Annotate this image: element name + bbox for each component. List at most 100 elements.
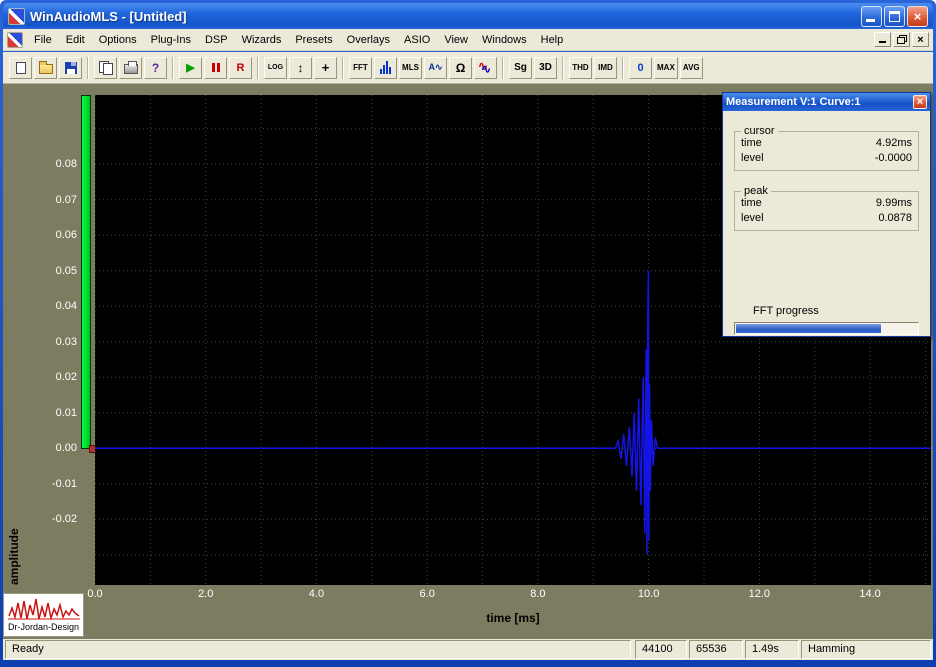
menu-item-overlays[interactable]: Overlays [340,31,397,49]
menu-item-file[interactable]: File [27,31,59,49]
x-axis-labels: 0.02.04.06.08.010.012.014.0 [95,588,931,602]
x-tick-label: 8.0 [522,588,554,600]
cursor-time-label: time [741,136,762,151]
menu-item-dsp[interactable]: DSP [198,31,235,49]
menu-bar: FileEditOptionsPlug-InsDSPWizardsPresets… [3,29,933,51]
help-button[interactable]: ? [144,57,167,79]
peak-group: peak time 9.99ms level 0.0878 [734,191,919,231]
vendor-logo-waveform [8,596,80,622]
impedance-button[interactable]: Ω [449,57,472,79]
save-button[interactable] [59,57,82,79]
document-icon [7,32,23,48]
menu-item-windows[interactable]: Windows [475,31,534,49]
status-message: Ready [5,640,631,659]
imd-button[interactable]: IMD [594,57,617,79]
menu-item-plug-ins[interactable]: Plug-Ins [144,31,198,49]
level-meter [81,95,91,449]
status-measurement-time: 1.49s [745,640,799,659]
menu-item-view[interactable]: View [437,31,475,49]
maximize-button[interactable] [884,6,905,27]
copy-button[interactable] [94,57,117,79]
menu-item-asio[interactable]: ASIO [397,31,437,49]
peak-time-row: time 9.99ms [741,196,912,211]
mls-button[interactable]: MLS [399,57,422,79]
window-title: WinAudioMLS - [Untitled] [30,9,859,24]
measurement-title: Measurement V:1 Curve:1 [726,96,913,108]
peak-level-label: level [741,211,764,226]
titlebar[interactable]: WinAudioMLS - [Untitled] × [3,3,933,29]
status-window-function: Hamming [801,640,931,659]
cursor-level-row: level -0.0000 [741,151,912,166]
signal-generator-button[interactable]: Sg [509,57,532,79]
avg-button[interactable]: AVG [680,57,703,79]
y-tick-label: 0.01 [31,407,77,419]
max-hold-button[interactable]: MAX [654,57,678,79]
y-tick-label: 0.07 [31,194,77,206]
menu-item-wizards[interactable]: Wizards [235,31,289,49]
measurement-window[interactable]: Measurement V:1 Curve:1 × cursor time 4.… [722,92,931,337]
toolbar-separator [87,57,89,79]
cursor-level-value: -0.0000 [875,151,912,166]
mdi-restore-button[interactable] [893,32,910,47]
fft-progress-label: FFT progress [753,305,930,317]
cursor-group: cursor time 4.92ms level -0.0000 [734,131,919,171]
peak-time-value: 9.99ms [876,196,912,211]
open-button[interactable] [34,57,57,79]
fft-progress-fill [736,324,881,333]
x-tick-label: 6.0 [411,588,443,600]
sweep-button[interactable]: A∿ [424,57,447,79]
vendor-logo-text: Dr-Jordan-Design [4,622,83,632]
menu-item-edit[interactable]: Edit [59,31,92,49]
toolbar-separator [562,57,564,79]
log-scale-button[interactable]: LOG [264,57,287,79]
y-tick-label: 0.06 [31,229,77,241]
toolbar-separator [622,57,624,79]
x-tick-label: 10.0 [633,588,665,600]
x-tick-label: 2.0 [190,588,222,600]
peak-level-value: 0.0878 [878,211,912,226]
mdi-window-controls: × [872,32,931,47]
menu-item-help[interactable]: Help [534,31,571,49]
x-axis-title: time [ms] [95,611,931,625]
cursor-time-row: time 4.92ms [741,136,912,151]
fft-progress-bar [734,322,919,335]
y-tick-label: 0.04 [31,300,77,312]
status-bar: Ready 44100655361.49sHamming [3,639,933,660]
toolbar-separator [257,57,259,79]
cursor-level-label: level [741,151,764,166]
app-icon [8,8,25,25]
close-button[interactable]: × [907,6,928,27]
y-tick-label: -0.02 [31,513,77,525]
toolbar: ? ▶ R LOG↕+ FFT MLSA∿Ω∿∿ Sg3D THDIMD 0MAXAVG [3,52,933,84]
y-tick-label: 0.05 [31,265,77,277]
fft-button[interactable]: FFT [349,57,372,79]
record-button[interactable]: R [229,57,252,79]
pause-button[interactable] [204,57,227,79]
thd-button[interactable]: THD [569,57,592,79]
minimize-button[interactable] [861,6,882,27]
toolbar-separator [502,57,504,79]
status-fields: 44100655361.49sHamming [633,640,931,659]
y-tick-label: 0.00 [31,442,77,454]
new-button[interactable] [9,57,32,79]
scope-button[interactable]: ∿∿ [474,57,497,79]
3d-button[interactable]: 3D [534,57,557,79]
app-window: WinAudioMLS - [Untitled] × FileEditOptio… [0,0,936,667]
x-tick-label: 12.0 [743,588,775,600]
menu-item-presets[interactable]: Presets [288,31,339,49]
vertical-zoom-button[interactable]: ↕ [289,57,312,79]
menu-item-options[interactable]: Options [92,31,144,49]
print-button[interactable] [119,57,142,79]
measurement-close-button[interactable]: × [913,95,927,109]
y-tick-label: 0.02 [31,371,77,383]
play-button[interactable]: ▶ [179,57,202,79]
pan-button[interactable]: + [314,57,337,79]
mdi-close-button[interactable]: × [912,32,929,47]
spectrum-button[interactable] [374,57,397,79]
y-axis-labels: 0.080.070.060.050.040.030.020.010.00-0.0… [31,95,79,585]
peak-time-label: time [741,196,762,211]
zero-button[interactable]: 0 [629,57,652,79]
mdi-minimize-button[interactable] [874,32,891,47]
menu-items: FileEditOptionsPlug-InsDSPWizardsPresets… [27,31,872,49]
measurement-titlebar[interactable]: Measurement V:1 Curve:1 × [723,93,930,111]
